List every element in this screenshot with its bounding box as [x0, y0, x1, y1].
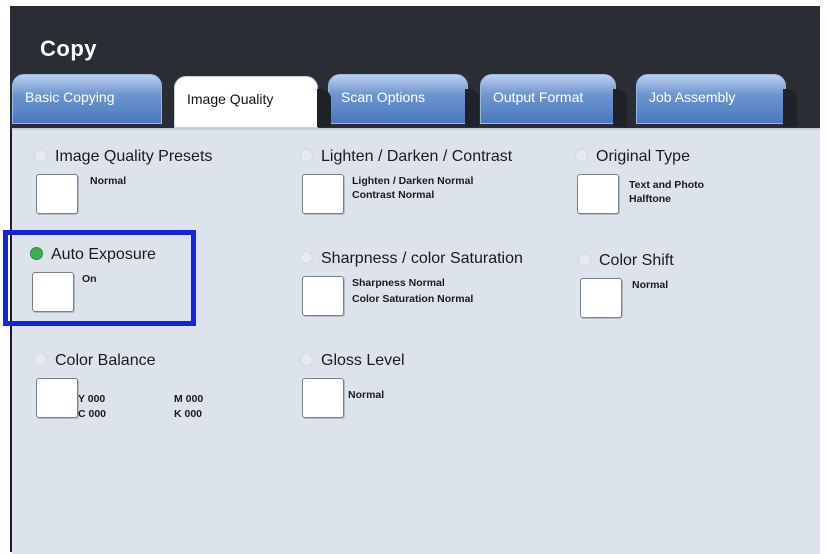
- color-balance-black: K 000: [174, 408, 203, 420]
- color-balance-button[interactable]: [36, 378, 78, 418]
- setting-value: Lighten / Darken Normal: [352, 175, 474, 187]
- group-label: Sharpness / color Saturation: [321, 250, 523, 267]
- tab-label: Output Format: [493, 89, 584, 105]
- group-label: Gloss Level: [321, 352, 405, 369]
- group-label: Image Quality Presets: [55, 148, 213, 165]
- image-quality-presets-button[interactable]: [36, 174, 78, 214]
- group-label: Lighten / Darken / Contrast: [321, 148, 513, 165]
- tab-basic-copying[interactable]: Basic Copying: [12, 74, 162, 124]
- tab-job-assembly[interactable]: Job Assembly: [636, 74, 797, 127]
- setting-value: Normal: [632, 279, 669, 291]
- setting-value: Color Saturation Normal: [352, 293, 474, 305]
- group-header: Lighten / Darken / Contrast: [300, 148, 512, 166]
- tab-output-format[interactable]: Output Format: [480, 74, 627, 127]
- status-indicator-icon: [575, 149, 588, 162]
- original-type-button[interactable]: [577, 174, 619, 214]
- setting-value: Text and Photo: [629, 179, 705, 191]
- setting-value: Normal: [90, 175, 127, 187]
- status-indicator-icon: [300, 251, 313, 264]
- status-indicator-icon: [34, 353, 47, 366]
- lighten-darken-contrast-button[interactable]: [302, 174, 344, 214]
- group-header: Image Quality Presets: [34, 148, 212, 166]
- setting-value: Halftone: [629, 193, 671, 205]
- group-label: Color Balance: [55, 352, 156, 369]
- tab-content-panel: Image Quality Presets Normal Lighten / D…: [12, 128, 820, 554]
- status-indicator-icon: [34, 149, 47, 162]
- setting-value: Contrast Normal: [352, 189, 435, 201]
- group-label: Color Shift: [599, 252, 674, 269]
- setting-value: Normal: [348, 389, 385, 401]
- color-balance-yellow: Y 000: [78, 393, 106, 405]
- group-header: Original Type: [575, 148, 690, 166]
- gloss-level-button[interactable]: [302, 378, 344, 418]
- color-balance-cyan: C 000: [78, 408, 107, 420]
- tab-image-quality[interactable]: Image Quality: [174, 76, 331, 128]
- group-header: Sharpness / color Saturation: [300, 250, 523, 268]
- sharpness-saturation-button[interactable]: [302, 276, 344, 316]
- color-balance-magenta: M 000: [174, 393, 204, 405]
- status-indicator-icon: [578, 253, 591, 266]
- tab-label: Basic Copying: [25, 89, 115, 105]
- group-label: Original Type: [596, 148, 690, 165]
- tab-scan-options[interactable]: Scan Options: [328, 74, 479, 127]
- tab-label: Image Quality: [187, 91, 274, 107]
- status-indicator-icon: [300, 149, 313, 162]
- status-indicator-icon: [300, 353, 313, 366]
- tab-label: Job Assembly: [649, 89, 736, 105]
- group-header: Color Shift: [578, 252, 674, 270]
- group-header: Gloss Level: [300, 352, 405, 370]
- tab-label: Scan Options: [341, 89, 426, 105]
- group-header: Color Balance: [34, 352, 156, 370]
- setting-value: Sharpness Normal: [352, 277, 445, 289]
- focus-highlight-box: [3, 230, 196, 326]
- app-title: Copy: [40, 36, 97, 61]
- color-shift-button[interactable]: [580, 278, 622, 318]
